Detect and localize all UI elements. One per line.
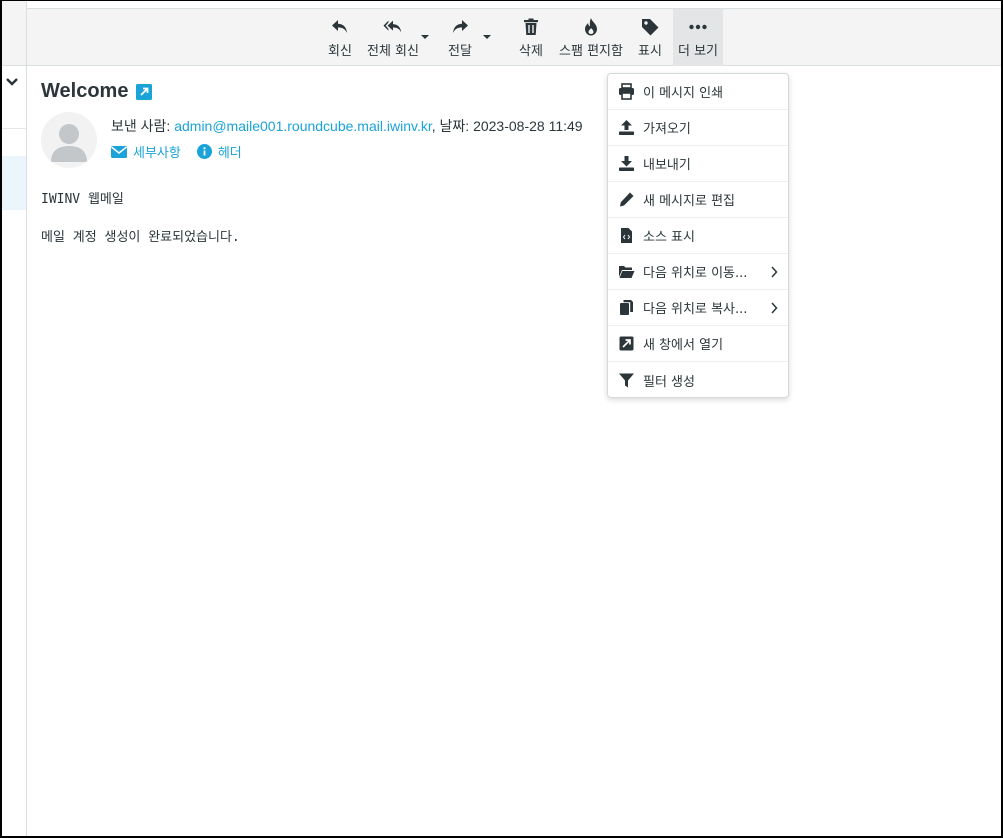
- sender-address-link[interactable]: admin@maile001.roundcube.mail.iwinv.kr: [174, 118, 432, 134]
- menu-item-label: 다음 위치로 복사...: [643, 302, 748, 317]
- body-line-2: 메일 계정 생성이 완료되었습니다.: [41, 229, 240, 245]
- message-list-panel: [0, 0, 27, 838]
- menu-item-open-new-window[interactable]: 새 창에서 열기: [608, 326, 788, 362]
- sender-avatar: [41, 112, 97, 168]
- menu-item-label: 소스 표시: [643, 230, 695, 245]
- header-links: 세부사항 헤더: [111, 142, 242, 161]
- message-subject: Welcome: [41, 80, 153, 103]
- more-menu: 이 메시지 인쇄 가져오기 내보내기 새 메시지로 편집 소스 표시 다음 위치…: [607, 73, 789, 398]
- chevron-right-icon: [771, 266, 778, 278]
- menu-item-label: 새 메시지로 편집: [643, 194, 735, 209]
- more-dots-icon: [689, 24, 707, 30]
- from-label: 보낸 사람:: [111, 118, 171, 134]
- headers-link[interactable]: 헤더: [196, 142, 242, 161]
- details-link[interactable]: 세부사항: [111, 142, 181, 161]
- body-line-1: IWINV 웹메일: [41, 192, 124, 207]
- menu-item-print[interactable]: 이 메시지 인쇄: [608, 74, 788, 110]
- reply-all-button[interactable]: 전체 회신: [365, 9, 421, 66]
- reply-button[interactable]: 회신: [325, 9, 355, 66]
- menu-item-label: 가져오기: [643, 122, 691, 137]
- message-toolbar: 회신 전체 회신 전달 삭제 스팸 편지함 표시 더 보기: [27, 8, 1001, 66]
- reply-all-dropdown-icon[interactable]: [420, 33, 430, 41]
- menu-item-label: 필터 생성: [643, 374, 695, 390]
- menu-item-import[interactable]: 가져오기: [608, 110, 788, 146]
- filter-icon: [619, 373, 634, 387]
- fire-icon: [585, 18, 597, 36]
- mark-button[interactable]: 표시: [634, 9, 666, 66]
- menu-item-label: 이 메시지 인쇄: [643, 86, 724, 101]
- headers-label: 헤더: [217, 145, 242, 160]
- menu-item-edit-as-new[interactable]: 새 메시지로 편집: [608, 182, 788, 218]
- print-icon: [619, 83, 634, 100]
- reply-all-icon: [383, 20, 402, 33]
- source-file-icon: [621, 228, 632, 243]
- forward-label: 전달: [448, 44, 472, 59]
- envelope-icon: [111, 145, 127, 158]
- reply-label: 회신: [328, 44, 352, 59]
- delete-label: 삭제: [519, 44, 543, 59]
- forward-dropdown-icon[interactable]: [482, 33, 492, 41]
- menu-item-label: 새 창에서 열기: [643, 338, 724, 353]
- reply-icon: [332, 20, 347, 33]
- trash-icon: [524, 18, 538, 35]
- message-body: IWINV 웹메일 메일 계정 생성이 완료되었습니다.: [41, 190, 240, 265]
- details-label: 세부사항: [133, 145, 181, 160]
- info-icon: [196, 144, 212, 159]
- chevron-right-icon: [771, 302, 778, 314]
- upload-icon: [619, 120, 634, 135]
- date-value: 2023-08-28 11:49: [473, 118, 583, 134]
- subject-text: Welcome: [41, 80, 129, 102]
- menu-item-export[interactable]: 내보내기: [608, 146, 788, 182]
- list-divider: [0, 128, 26, 129]
- reply-all-label: 전체 회신: [367, 44, 419, 59]
- menu-item-label: 내보내기: [643, 158, 691, 173]
- copy-icon: [620, 300, 633, 315]
- forward-icon: [453, 20, 468, 33]
- message-view: Welcome 보낸 사람: admin@maile001.roundcube.…: [27, 66, 1001, 836]
- external-window-icon: [619, 336, 634, 351]
- spam-label: 스팸 편지함: [559, 44, 623, 59]
- list-toolbar: [0, 0, 26, 66]
- folder-open-icon: [619, 266, 635, 278]
- download-icon: [619, 156, 634, 171]
- more-button[interactable]: 더 보기: [673, 9, 723, 66]
- pencil-icon: [620, 192, 634, 207]
- tag-icon: [642, 19, 659, 36]
- forward-button[interactable]: 전달: [445, 9, 475, 66]
- menu-item-move-to[interactable]: 다음 위치로 이동...: [608, 254, 788, 290]
- menu-item-copy-to[interactable]: 다음 위치로 복사...: [608, 290, 788, 326]
- user-silhouette-icon: [51, 124, 87, 162]
- menu-item-view-source[interactable]: 소스 표시: [608, 218, 788, 254]
- selected-message-row[interactable]: [2, 156, 26, 210]
- more-label: 더 보기: [677, 44, 718, 59]
- open-external-icon[interactable]: [136, 83, 153, 100]
- date-label: , 날짜:: [431, 118, 470, 134]
- menu-item-label: 다음 위치로 이동...: [643, 266, 748, 281]
- menu-item-create-filter[interactable]: 필터 생성: [608, 362, 788, 398]
- chevron-down-icon[interactable]: [5, 75, 19, 89]
- spam-button[interactable]: 스팸 편지함: [557, 9, 625, 66]
- sender-line: 보낸 사람: admin@maile001.roundcube.mail.iwi…: [111, 116, 583, 136]
- delete-button[interactable]: 삭제: [516, 9, 546, 66]
- mark-label: 표시: [638, 44, 662, 59]
